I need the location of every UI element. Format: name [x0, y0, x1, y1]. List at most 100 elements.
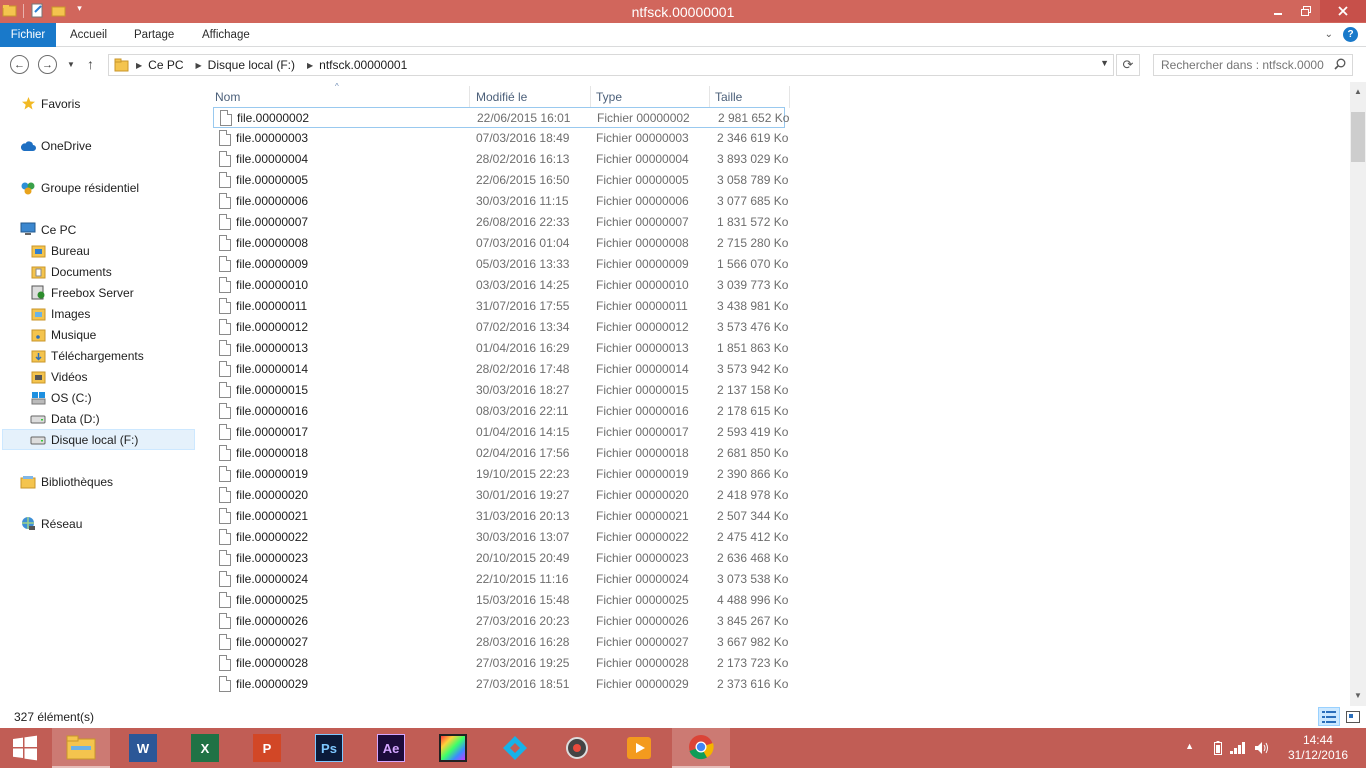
table-row[interactable]: file.00000019 19/10/2015 22:23 Fichier 000… — [213, 464, 788, 485]
breadcrumb-ce-pc[interactable]: Ce PC — [148, 58, 183, 72]
tab-accueil[interactable]: Accueil — [70, 23, 107, 47]
taskbar-word[interactable]: W — [114, 728, 172, 768]
battery-icon[interactable] — [1214, 741, 1222, 758]
nav-groupe-residentiel[interactable]: Groupe résidentiel — [20, 177, 139, 198]
nav-os-c[interactable]: OS (C:) — [30, 387, 92, 408]
tab-partage[interactable]: Partage — [134, 23, 174, 47]
taskbar-video-player[interactable] — [610, 728, 668, 768]
table-row[interactable]: file.00000009 05/03/2016 13:33 Fichier 000… — [213, 254, 788, 275]
column-header-type[interactable]: Type — [590, 86, 710, 108]
show-hidden-icons-icon[interactable]: ▲ — [1185, 741, 1194, 751]
nav-data-d[interactable]: Data (D:) — [30, 408, 100, 429]
nav-freebox-server[interactable]: Freebox Server — [30, 282, 134, 303]
file-size: 4 488 996 Ko — [717, 593, 789, 607]
scroll-thumb[interactable] — [1351, 112, 1365, 162]
nav-favoris[interactable]: Favoris — [20, 93, 80, 114]
address-bar[interactable]: ▶ Ce PC ▶ Disque local (F:) ▶ ntfsck.000… — [108, 54, 1114, 76]
table-row[interactable]: file.00000013 01/04/2016 16:29 Fichier 000… — [213, 338, 788, 359]
table-row[interactable]: file.00000029 27/03/2016 18:51 Fichier 000… — [213, 674, 788, 695]
refresh-button[interactable]: ⟳ — [1116, 54, 1140, 76]
start-button[interactable] — [0, 728, 50, 768]
table-row[interactable]: file.00000027 28/03/2016 16:28 Fichier 000… — [213, 632, 788, 653]
table-row[interactable]: file.00000008 07/03/2016 01:04 Fichier 000… — [213, 233, 788, 254]
table-row[interactable]: file.00000026 27/03/2016 20:23 Fichier 000… — [213, 611, 788, 632]
nav-videos[interactable]: Vidéos — [30, 366, 87, 387]
table-row[interactable]: file.00000025 15/03/2016 15:48 Fichier 000… — [213, 590, 789, 611]
tab-fichier[interactable]: Fichier — [0, 23, 56, 47]
nav-telechargements[interactable]: Téléchargements — [30, 345, 144, 366]
forward-button[interactable]: → — [38, 55, 57, 74]
taskbar-media-app[interactable] — [424, 728, 482, 768]
nav-bibliotheques[interactable]: Bibliothèques — [20, 471, 113, 492]
nav-bureau[interactable]: Bureau — [30, 240, 90, 261]
expand-ribbon-icon[interactable]: ⌄ — [1325, 29, 1333, 40]
table-row[interactable]: file.00000011 31/07/2016 17:55 Fichier 000… — [213, 296, 788, 317]
taskbar-tool-app[interactable] — [548, 728, 606, 768]
recent-locations-icon[interactable]: ▼ — [67, 60, 75, 69]
nav-images[interactable]: Images — [30, 303, 90, 324]
table-row[interactable]: file.00000020 30/01/2016 19:27 Fichier 000… — [213, 485, 788, 506]
details-view-button[interactable] — [1318, 707, 1340, 726]
table-row[interactable]: file.00000012 07/02/2016 13:34 Fichier 000… — [213, 317, 788, 338]
taskbar-excel[interactable]: X — [176, 728, 234, 768]
taskbar-file-explorer[interactable] — [52, 728, 110, 768]
table-row[interactable]: file.00000015 30/03/2016 18:27 Fichier 000… — [213, 380, 788, 401]
table-row[interactable]: file.00000016 08/03/2016 22:11 Fichier 000… — [213, 401, 788, 422]
taskbar-kodi[interactable] — [486, 728, 544, 768]
scroll-up-icon[interactable]: ▲ — [1350, 84, 1366, 100]
table-row[interactable]: file.00000003 07/03/2016 18:49 Fichier 000… — [213, 128, 788, 149]
column-header-nom[interactable]: Nom — [209, 86, 469, 108]
maximize-button[interactable] — [1292, 0, 1320, 22]
clock[interactable]: 14:44 31/12/2016 — [1288, 733, 1348, 763]
taskbar-photoshop[interactable]: Ps — [300, 728, 358, 768]
table-row[interactable]: file.00000002 22/06/2015 16:01 Fichier 000… — [213, 107, 789, 128]
column-header-modifie[interactable]: Modifié le — [470, 86, 590, 108]
breadcrumb-disque-local[interactable]: Disque local (F:) — [208, 58, 295, 72]
breadcrumb-current-folder[interactable]: ntfsck.00000001 — [319, 58, 407, 72]
file-type: Fichier 00000020 — [596, 488, 689, 502]
title-bar: ▾ ntfsck.00000001 — [0, 0, 1366, 23]
table-row[interactable]: file.00000017 01/04/2016 14:15 Fichier 000… — [213, 422, 788, 443]
tab-affichage[interactable]: Affichage — [202, 23, 250, 47]
breadcrumb-chevron-icon[interactable]: ▶ — [136, 61, 142, 70]
breadcrumb-chevron-icon[interactable]: ▶ — [196, 61, 202, 70]
minimize-button[interactable] — [1264, 0, 1292, 22]
help-icon[interactable]: ? — [1343, 27, 1358, 42]
table-row[interactable]: file.00000014 28/02/2016 17:48 Fichier 000… — [213, 359, 788, 380]
search-icon[interactable] — [1334, 58, 1346, 73]
nav-onedrive[interactable]: OneDrive — [20, 135, 92, 156]
nav-disque-local-f[interactable]: Disque local (F:) — [2, 429, 195, 450]
taskbar-chrome[interactable] — [672, 728, 730, 768]
table-row[interactable]: file.00000005 22/06/2015 16:50 Fichier 000… — [213, 170, 788, 191]
search-input[interactable] — [1154, 55, 1324, 75]
nav-documents[interactable]: Documents — [30, 261, 112, 282]
table-row[interactable]: file.00000024 22/10/2015 11:16 Fichier 000… — [213, 569, 788, 590]
breadcrumb-chevron-icon[interactable]: ▶ — [307, 61, 313, 70]
table-row[interactable]: file.00000022 30/03/2016 13:07 Fichier 000… — [213, 527, 788, 548]
nav-musique[interactable]: Musique — [30, 324, 96, 345]
table-row[interactable]: file.00000021 31/03/2016 20:13 Fichier 000… — [213, 506, 788, 527]
large-icons-view-button[interactable] — [1342, 707, 1364, 726]
taskbar-after-effects[interactable]: Ae — [362, 728, 420, 768]
drive-icon — [30, 432, 46, 448]
network-signal-icon[interactable] — [1230, 742, 1246, 757]
close-button[interactable] — [1320, 0, 1366, 22]
table-row[interactable]: file.00000028 27/03/2016 19:25 Fichier 000… — [213, 653, 788, 674]
table-row[interactable]: file.00000007 26/08/2016 22:33 Fichier 000… — [213, 212, 788, 233]
table-row[interactable]: file.00000018 02/04/2016 17:56 Fichier 000… — [213, 443, 788, 464]
table-row[interactable]: file.00000010 03/03/2016 14:25 Fichier 000… — [213, 275, 788, 296]
scroll-down-icon[interactable]: ▼ — [1350, 688, 1366, 704]
nav-ce-pc[interactable]: Ce PC — [20, 219, 76, 240]
column-header-taille[interactable]: Taille — [709, 86, 789, 108]
back-button[interactable]: ← — [10, 55, 29, 74]
up-button[interactable]: ↑ — [87, 56, 94, 72]
address-dropdown-icon[interactable]: ▼ — [1100, 58, 1109, 68]
nav-reseau[interactable]: Réseau — [20, 513, 82, 534]
volume-icon[interactable] — [1254, 741, 1270, 758]
search-box[interactable] — [1153, 54, 1353, 76]
table-row[interactable]: file.00000004 28/02/2016 16:13 Fichier 000… — [213, 149, 788, 170]
taskbar-powerpoint[interactable]: P — [238, 728, 296, 768]
table-row[interactable]: file.00000023 20/10/2015 20:49 Fichier 000… — [213, 548, 788, 569]
vertical-scrollbar[interactable]: ▲ ▼ — [1350, 82, 1366, 706]
table-row[interactable]: file.00000006 30/03/2016 11:15 Fichier 000… — [213, 191, 788, 212]
